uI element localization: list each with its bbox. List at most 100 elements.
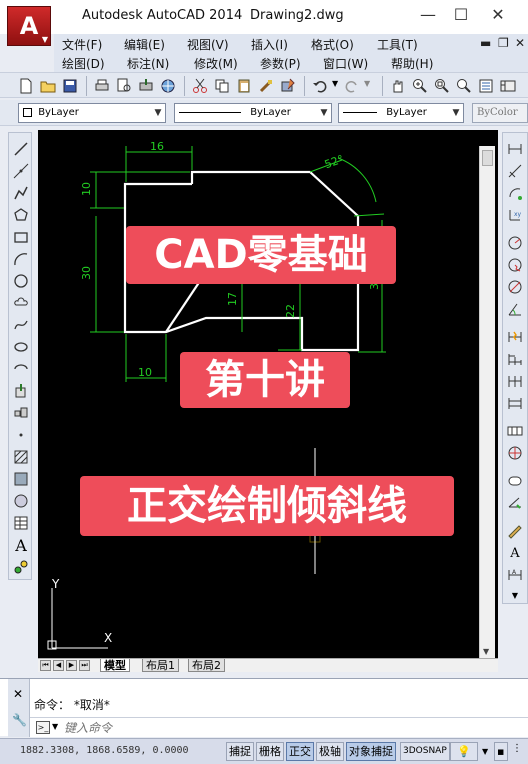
- grid-toggle[interactable]: 栅格: [256, 742, 284, 761]
- zoom-realtime-button[interactable]: [410, 76, 430, 96]
- snap-toggle[interactable]: 捕捉: [226, 742, 254, 761]
- revcloud-tool-button[interactable]: [11, 293, 31, 313]
- construction-line-button[interactable]: [11, 161, 31, 181]
- tab-layout1[interactable]: 布局1: [142, 659, 179, 672]
- tab-last-button[interactable]: ⏭: [79, 660, 90, 671]
- menu-draw[interactable]: 绘图(D): [62, 55, 105, 72]
- arc-tool-button[interactable]: [11, 249, 31, 269]
- tab-next-button[interactable]: ▶: [66, 660, 77, 671]
- undo-dropdown-icon[interactable]: ▼: [332, 79, 338, 88]
- quick-dim-button[interactable]: [505, 327, 525, 347]
- menu-tools[interactable]: 工具(T): [377, 36, 418, 53]
- line-tool-button[interactable]: [11, 139, 31, 159]
- menu-parameter[interactable]: 参数(P): [260, 55, 301, 72]
- command-prompt-icon[interactable]: >_: [36, 721, 50, 734]
- new-file-button[interactable]: [16, 76, 36, 96]
- 3d-dwf-button[interactable]: [158, 76, 178, 96]
- rectangle-tool-button[interactable]: [11, 227, 31, 247]
- toolbar-expand-button[interactable]: ▼: [505, 585, 525, 605]
- properties-button[interactable]: [476, 76, 496, 96]
- dim-continue-button[interactable]: [505, 371, 525, 391]
- menu-format[interactable]: 格式(O): [311, 36, 354, 53]
- paste-button[interactable]: [234, 76, 254, 96]
- close-button[interactable]: ✕: [484, 4, 512, 26]
- dim-radius-button[interactable]: [505, 233, 525, 253]
- dim-ordinate-button[interactable]: xy: [505, 205, 525, 225]
- region-tool-button[interactable]: [11, 491, 31, 511]
- menu-edit[interactable]: 编辑(E): [124, 36, 165, 53]
- command-input[interactable]: [64, 720, 504, 736]
- scroll-thumb[interactable]: [482, 150, 493, 166]
- maximize-button[interactable]: ☐: [447, 4, 475, 26]
- menu-modify[interactable]: 修改(M): [194, 55, 238, 72]
- tab-model[interactable]: 模型: [100, 659, 130, 672]
- lineweight-select[interactable]: ByLayer ▼: [338, 103, 464, 123]
- dim-angular-button[interactable]: [505, 299, 525, 319]
- drawing-canvas[interactable]: 16 10 30 10 17 22 3 52° Y X CAD零基础 第十讲 正…: [38, 130, 498, 658]
- polar-toggle[interactable]: 极轴: [316, 742, 344, 761]
- dim-edit-button[interactable]: [505, 521, 525, 541]
- dim-space-button[interactable]: [505, 393, 525, 413]
- make-block-button[interactable]: [11, 403, 31, 423]
- undo-button[interactable]: [310, 76, 330, 96]
- menu-view[interactable]: 视图(V): [187, 36, 229, 53]
- fullscreen-toggle[interactable]: ▪: [494, 742, 508, 761]
- minimize-button[interactable]: —: [414, 4, 442, 26]
- spline-tool-button[interactable]: [11, 315, 31, 335]
- menu-file[interactable]: 文件(F): [62, 36, 102, 53]
- chevron-down-icon[interactable]: ▼: [52, 722, 58, 731]
- tab-first-button[interactable]: ⏮: [40, 660, 51, 671]
- table-tool-button[interactable]: [11, 513, 31, 533]
- dim-linear-button[interactable]: [505, 139, 525, 159]
- 3dosnap-toggle[interactable]: 3DOSNAP: [400, 742, 450, 761]
- dim-aligned-button[interactable]: [505, 161, 525, 181]
- plotstyle-select[interactable]: ByColor: [472, 103, 528, 123]
- wrench-icon[interactable]: 🔧: [12, 713, 27, 727]
- ellipse-tool-button[interactable]: [11, 337, 31, 357]
- pan-button[interactable]: [388, 76, 408, 96]
- add-selected-button[interactable]: [11, 557, 31, 577]
- mtext-tool-button[interactable]: A: [11, 535, 31, 555]
- tolerance-button[interactable]: [505, 421, 525, 441]
- isolate-objects-button[interactable]: 💡: [450, 742, 478, 761]
- open-file-button[interactable]: [38, 76, 58, 96]
- point-tool-button[interactable]: [11, 425, 31, 445]
- dim-jogged-button[interactable]: [505, 255, 525, 275]
- menu-window[interactable]: 窗口(W): [323, 55, 368, 72]
- menu-insert[interactable]: 插入(I): [251, 36, 288, 53]
- circle-tool-button[interactable]: [11, 271, 31, 291]
- design-center-button[interactable]: [498, 76, 518, 96]
- hatch-tool-button[interactable]: [11, 447, 31, 467]
- linetype-select[interactable]: ByLayer ▼: [174, 103, 332, 123]
- chevron-down-icon[interactable]: ▼: [482, 747, 488, 756]
- zoom-previous-button[interactable]: [454, 76, 474, 96]
- vertical-scrollbar[interactable]: ▼: [479, 146, 495, 658]
- close-icon[interactable]: ✕: [13, 687, 23, 701]
- dim-style-button[interactable]: A: [505, 565, 525, 585]
- doc-close-button[interactable]: ✕: [515, 36, 525, 50]
- copy-button[interactable]: [212, 76, 232, 96]
- ellipse-arc-tool-button[interactable]: [11, 359, 31, 379]
- cut-button[interactable]: [190, 76, 210, 96]
- dim-arc-button[interactable]: [505, 183, 525, 203]
- doc-minimize-button[interactable]: ▬: [480, 36, 491, 50]
- gradient-tool-button[interactable]: [11, 469, 31, 489]
- scroll-down-icon[interactable]: ▼: [483, 647, 489, 656]
- insert-block-button[interactable]: [11, 381, 31, 401]
- layer-color-select[interactable]: ByLayer ▼: [18, 103, 166, 123]
- dim-update-button[interactable]: [505, 493, 525, 513]
- menu-help[interactable]: 帮助(H): [391, 55, 433, 72]
- dim-diameter-button[interactable]: [505, 277, 525, 297]
- status-menu-button[interactable]: ⋮: [512, 743, 522, 754]
- tab-layout2[interactable]: 布局2: [188, 659, 225, 672]
- menu-dimension[interactable]: 标注(N): [127, 55, 169, 72]
- plot-button[interactable]: [92, 76, 112, 96]
- publish-button[interactable]: [136, 76, 156, 96]
- center-mark-button[interactable]: [505, 443, 525, 463]
- dim-baseline-button[interactable]: [505, 349, 525, 369]
- match-properties-button[interactable]: [256, 76, 276, 96]
- polyline-tool-button[interactable]: [11, 183, 31, 203]
- command-window-handle[interactable]: ✕ 🔧: [8, 679, 30, 737]
- tab-prev-button[interactable]: ◀: [53, 660, 64, 671]
- dim-text-edit-button[interactable]: A: [505, 543, 525, 563]
